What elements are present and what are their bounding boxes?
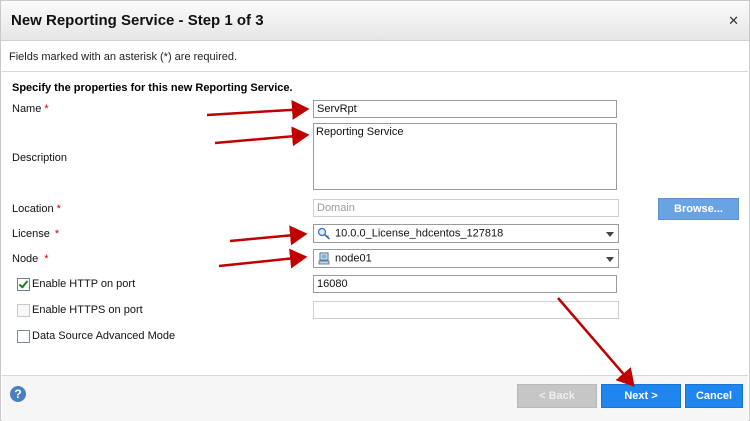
enable-http-label: Enable HTTP on port (32, 278, 136, 290)
name-label-text: Name (12, 103, 42, 115)
checkmark-icon (18, 278, 29, 289)
arrow-license (229, 225, 308, 246)
enable-https-label: Enable HTTPS on port (32, 304, 143, 316)
help-icon[interactable]: ? (10, 386, 26, 402)
license-key-icon (317, 227, 331, 240)
license-select-value: 10.0.0_License_hdcentos_127818 (335, 227, 504, 240)
location-label-text: Location (12, 203, 54, 215)
header-divider (2, 71, 748, 72)
license-select[interactable]: 10.0.0_License_hdcentos_127818 (313, 224, 619, 243)
enable-http-checkbox[interactable] (17, 278, 30, 291)
required-star: * (44, 253, 49, 265)
node-label-text: Node (12, 253, 39, 265)
license-label-text: License (12, 228, 50, 240)
arrow-name (206, 99, 310, 120)
node-select-value: node01 (335, 252, 372, 265)
node-label: Node * (12, 253, 49, 265)
location-input: Domain (313, 199, 619, 217)
location-label: Location * (12, 203, 61, 215)
name-label: Name * (12, 103, 49, 115)
required-star: * (54, 228, 60, 240)
cancel-button[interactable]: Cancel (685, 384, 743, 408)
enable-https-checkbox[interactable] (17, 304, 30, 317)
close-icon[interactable]: ✕ (728, 13, 739, 29)
section-title: Specify the properties for this new Repo… (12, 82, 293, 94)
arrow-description (214, 126, 310, 147)
required-star: * (56, 203, 61, 215)
dialog-title: New Reporting Service - Step 1 of 3 (11, 12, 264, 29)
required-star: * (44, 103, 49, 115)
server-node-icon (318, 252, 330, 265)
next-button[interactable]: Next > (601, 384, 681, 408)
dialog-titlebar: New Reporting Service - Step 1 of 3 ✕ (1, 1, 749, 41)
node-select[interactable]: node01 (313, 249, 619, 268)
http-port-input[interactable]: 16080 (313, 275, 617, 293)
data-source-advanced-label: Data Source Advanced Mode (32, 330, 176, 342)
required-fields-note: Fields marked with an asterisk (*) are r… (9, 51, 238, 63)
license-label: License * (12, 228, 59, 240)
new-reporting-service-dialog: New Reporting Service - Step 1 of 3 ✕ Fi… (0, 0, 750, 421)
arrow-node (218, 248, 308, 269)
name-input[interactable]: ServRpt (313, 100, 617, 118)
data-source-advanced-checkbox[interactable] (17, 330, 30, 343)
description-textarea[interactable]: Reporting Service (313, 123, 617, 190)
chevron-down-icon (606, 257, 614, 262)
browse-button[interactable]: Browse... (658, 198, 739, 220)
description-label: Description (12, 152, 68, 164)
chevron-down-icon (606, 232, 614, 237)
https-port-input (313, 301, 619, 319)
back-button: < Back (517, 384, 597, 408)
